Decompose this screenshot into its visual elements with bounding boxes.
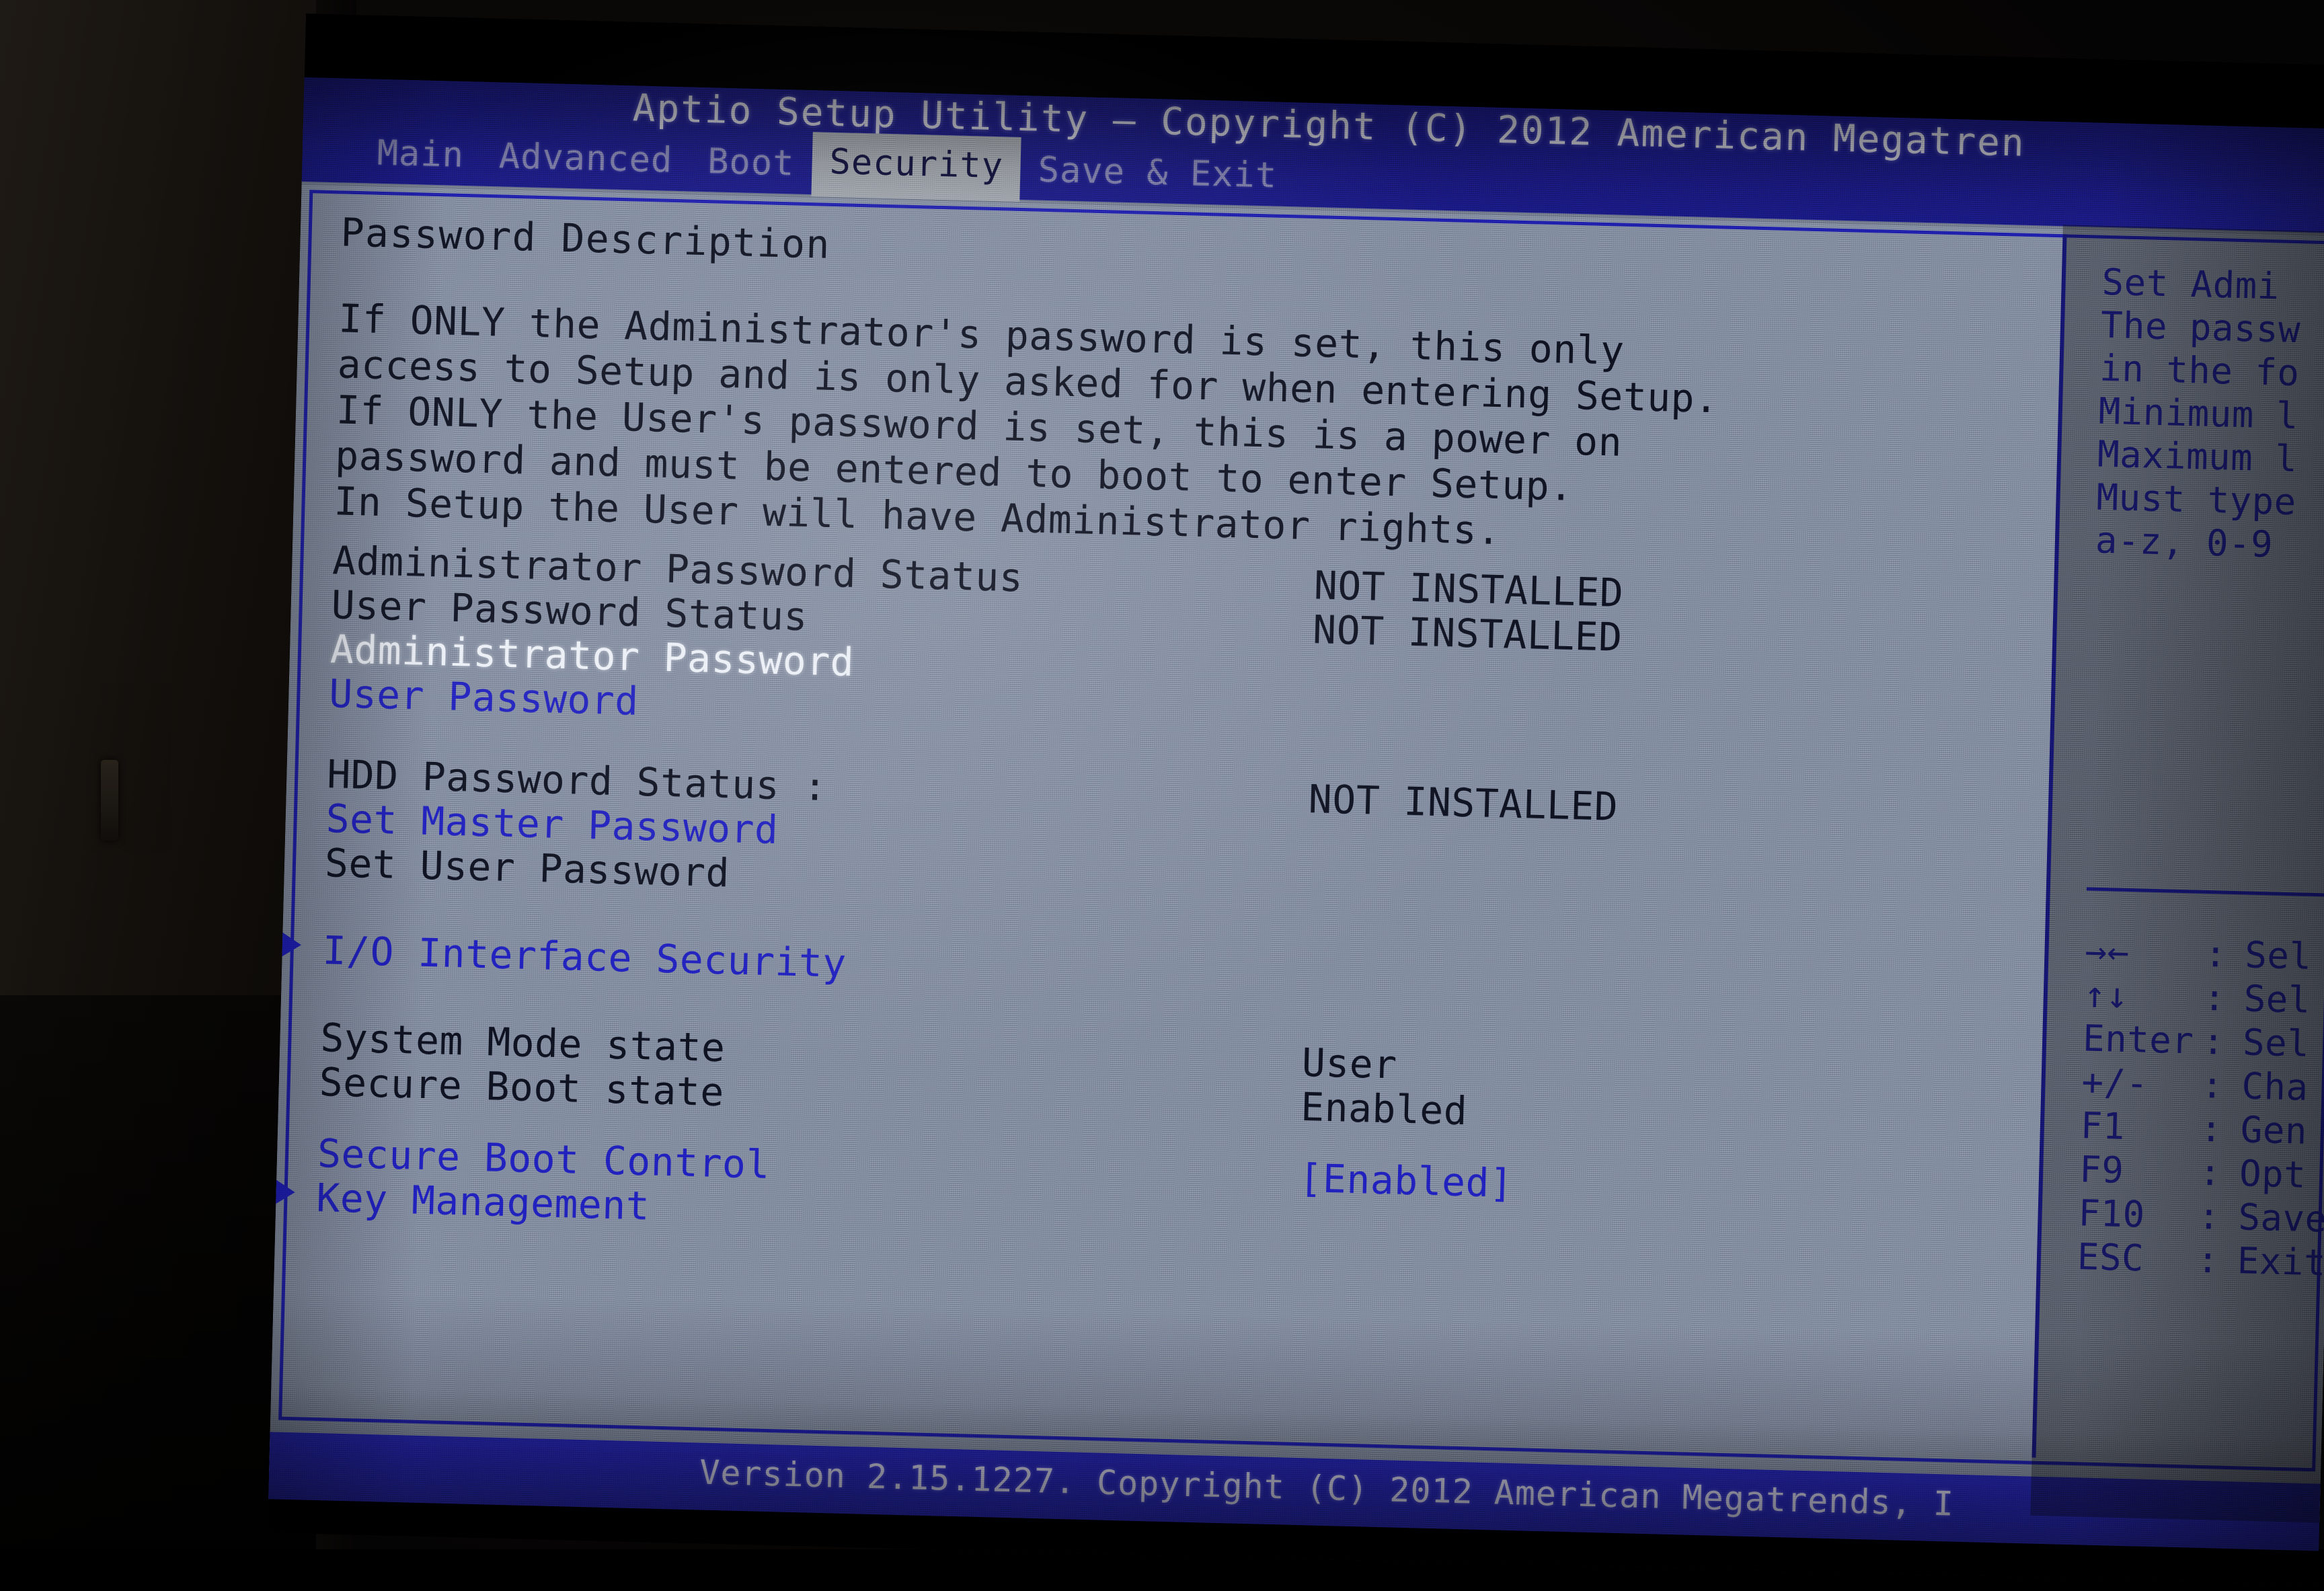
help-text-line: Must type — [2095, 475, 2297, 524]
key-legend-separator: : — [2204, 932, 2228, 976]
bezel-notch — [101, 760, 118, 841]
help-text-line: Minimum l — [2098, 389, 2299, 438]
tab-save-exit[interactable]: Save & Exit — [1020, 145, 1295, 200]
help-text-line: The passw — [2100, 303, 2301, 352]
setting-value[interactable]: [Enabled] — [1299, 1155, 1514, 1206]
key-legend-key: ↑↓ — [2083, 973, 2129, 1017]
key-legend-key: ESC — [2077, 1235, 2144, 1280]
key-legend-key: F1 — [2080, 1104, 2126, 1148]
key-legend-description: Cha — [2241, 1064, 2309, 1109]
key-legend-key: +/- — [2081, 1060, 2149, 1105]
tab-security[interactable]: Security — [811, 132, 1022, 202]
key-legend-description: Opt — [2239, 1152, 2307, 1196]
key-legend-description: Save — [2237, 1196, 2324, 1241]
tab-advanced[interactable]: Advanced — [481, 132, 691, 186]
key-legend-description: Sel — [2242, 1021, 2311, 1065]
key-legend-separator: : — [2200, 1107, 2223, 1151]
key-legend-key: →← — [2084, 929, 2130, 974]
key-legend-description: Exit — [2237, 1239, 2324, 1284]
key-legend-separator: : — [2200, 1063, 2224, 1107]
key-legend-description: Gen — [2240, 1108, 2308, 1153]
setting-value: Enabled — [1300, 1083, 1469, 1134]
help-text-line: in the fo — [2099, 346, 2300, 395]
help-text-line: Set Admi — [2101, 260, 2280, 308]
key-legend-separator: : — [2197, 1194, 2221, 1238]
setting-label: Key Management — [315, 1174, 651, 1229]
setting-value: User — [1301, 1039, 1398, 1088]
key-legend-key: F10 — [2077, 1192, 2146, 1236]
key-legend-description: Sel — [2244, 933, 2313, 978]
tab-main[interactable]: Main — [359, 128, 482, 180]
setting-label: Secure Boot state — [318, 1059, 725, 1116]
setting-row-i-o-interface-security[interactable]: I/O Interface Security — [280, 927, 2004, 1018]
key-legend-separator: : — [2203, 976, 2226, 1019]
tab-boot[interactable]: Boot — [689, 137, 812, 189]
key-legend-key: F9 — [2079, 1148, 2125, 1192]
setting-label: I/O Interface Security — [321, 927, 847, 986]
security-settings-list: Password Description If ONLY the Adminis… — [274, 209, 2049, 1463]
submenu-arrow-icon — [280, 931, 302, 958]
photo-background: Aptio Setup Utility – Copyright (C) 2012… — [0, 0, 2324, 1585]
key-legend-description: Sel — [2243, 977, 2311, 1021]
setting-label: User Password — [328, 670, 640, 724]
setting-label: Set User Password — [324, 840, 730, 896]
lcd-screen: Aptio Setup Utility – Copyright (C) 2012… — [267, 13, 2324, 1591]
key-legend-separator: : — [2196, 1238, 2220, 1282]
key-legend-separator: : — [2202, 1019, 2226, 1063]
help-text-line: a-z, 0-9 — [2095, 518, 2274, 566]
key-legend-key: Enter — [2082, 1017, 2195, 1062]
key-legend-separator: : — [2198, 1151, 2222, 1194]
submenu-arrow-icon — [274, 1179, 296, 1206]
help-text-line: Maximum l — [2097, 432, 2298, 481]
